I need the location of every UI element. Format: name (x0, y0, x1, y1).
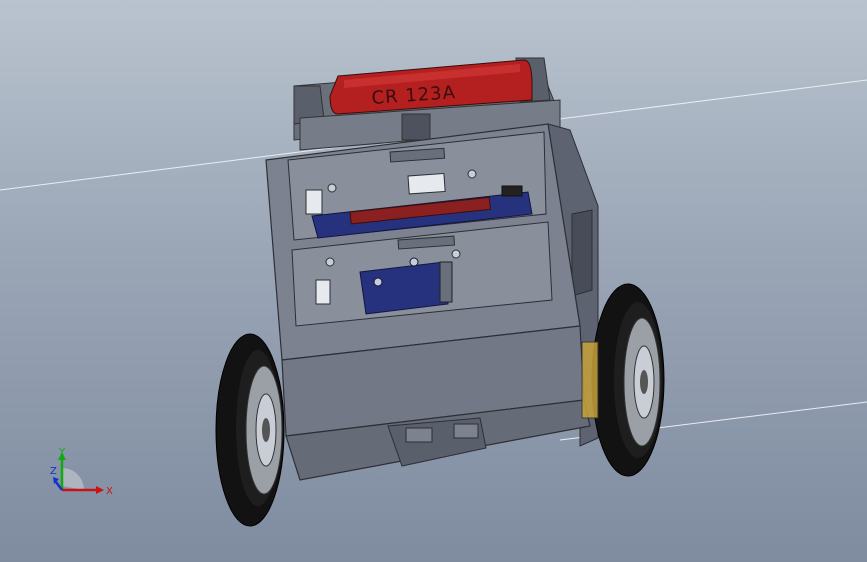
y-axis-label: Y (58, 447, 66, 458)
x-axis-label: X (106, 486, 113, 497)
z-axis-label: Z (50, 466, 57, 477)
cad-viewport[interactable]: CR 123A Y X Z (0, 0, 867, 562)
robot-model[interactable]: CR 123A (0, 0, 867, 562)
axis-triad: Y X Z (50, 447, 113, 497)
wheel-left (215, 333, 285, 527)
x-axis-arrow-icon (96, 486, 104, 494)
